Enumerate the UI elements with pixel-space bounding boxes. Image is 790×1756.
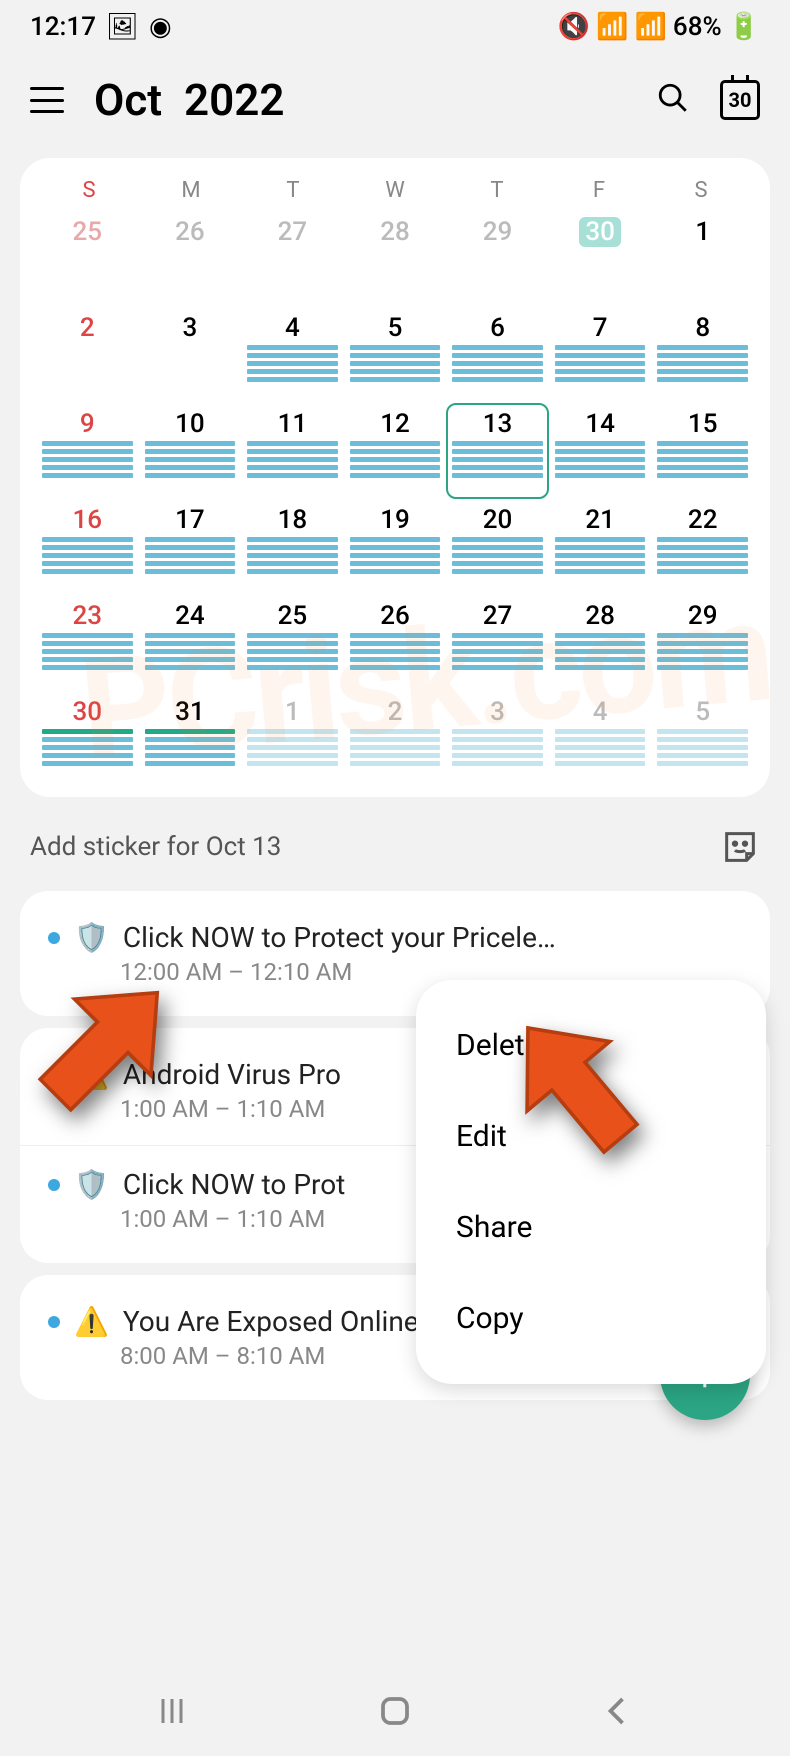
home-button[interactable]	[370, 1686, 420, 1736]
calendar-day[interactable]: 31	[141, 693, 240, 785]
calendar-day[interactable]: 23	[38, 597, 137, 689]
event-icon: 🛡️	[74, 921, 109, 954]
calendar-day[interactable]: 4	[243, 309, 342, 401]
calendar-day[interactable]: 16	[38, 501, 137, 593]
today-button[interactable]: 30	[720, 80, 760, 120]
calendar-day[interactable]: 29	[653, 597, 752, 689]
day-header: S	[650, 178, 752, 203]
calendar-day[interactable]: 5	[346, 309, 445, 401]
recents-button[interactable]	[147, 1686, 197, 1736]
calendar-day[interactable]: 18	[243, 501, 342, 593]
calendar-day[interactable]: 12	[346, 405, 445, 497]
nav-bar	[0, 1666, 790, 1756]
calendar-day[interactable]: 9	[38, 405, 137, 497]
wifi-icon: 📶	[596, 12, 628, 42]
calendar-day[interactable]: 25	[243, 597, 342, 689]
event-dot	[48, 1316, 60, 1328]
calendar-day[interactable]: 15	[653, 405, 752, 497]
calendar-day[interactable]: 26	[346, 597, 445, 689]
battery-pct: 68%	[673, 12, 722, 42]
day-header: M	[140, 178, 242, 203]
image-icon: 🖼	[106, 12, 139, 42]
calendar-day[interactable]: 1	[243, 693, 342, 785]
event-title: Click NOW to Protect your Pricele…	[123, 921, 556, 954]
day-header: F	[548, 178, 650, 203]
calendar-day[interactable]: 19	[346, 501, 445, 593]
calendar-day[interactable]: 30	[38, 693, 137, 785]
sticker-label: Add sticker for Oct 13	[30, 832, 281, 862]
search-button[interactable]	[656, 81, 690, 119]
status-bar: 12:17 🖼 ◉ 🔇 📶 📶 68% 🔋	[0, 0, 790, 54]
event-dot	[48, 932, 60, 944]
month-title[interactable]: Oct 2022	[94, 74, 626, 126]
menu-button[interactable]	[30, 87, 64, 113]
app-header: Oct 2022 30	[0, 54, 790, 146]
calendar-day[interactable]: 8	[653, 309, 752, 401]
calendar-day[interactable]: 3	[448, 693, 547, 785]
calendar-day[interactable]: 25	[38, 213, 137, 305]
calendar-day[interactable]: 28	[551, 597, 650, 689]
calendar-day[interactable]: 20	[448, 501, 547, 593]
calendar-day[interactable]: 11	[243, 405, 342, 497]
battery-icon: 🔋	[728, 12, 760, 42]
calendar-day[interactable]: 28	[346, 213, 445, 305]
calendar-day[interactable]: 2	[38, 309, 137, 401]
calendar-day[interactable]: 5	[653, 693, 752, 785]
calendar-day[interactable]: 1	[653, 213, 752, 305]
calendar-day[interactable]: 10	[141, 405, 240, 497]
signal-icon: 📶	[635, 12, 667, 42]
context-menu-share[interactable]: Share	[446, 1182, 736, 1273]
day-header: S	[38, 178, 140, 203]
event-dot	[48, 1179, 60, 1191]
calendar-day[interactable]: 24	[141, 597, 240, 689]
event-title: Click NOW to Prot	[123, 1168, 345, 1201]
calendar-day[interactable]: 7	[551, 309, 650, 401]
calendar-day[interactable]: 29	[448, 213, 547, 305]
calendar-day[interactable]: 21	[551, 501, 650, 593]
calendar-day[interactable]: 26	[141, 213, 240, 305]
calendar-day[interactable]: 13	[448, 405, 547, 497]
calendar-day[interactable]: 27	[448, 597, 547, 689]
event-icon: 🛡️	[74, 1168, 109, 1201]
tutorial-arrow-1	[10, 960, 190, 1144]
tutorial-arrow-2	[490, 1000, 670, 1184]
back-button[interactable]	[593, 1686, 643, 1736]
calendar-day[interactable]: 17	[141, 501, 240, 593]
calendar-day[interactable]: 30	[551, 213, 650, 305]
event-icon: ⚠️	[74, 1305, 109, 1338]
calendar-day[interactable]: 6	[448, 309, 547, 401]
app-icon: ◉	[149, 12, 172, 42]
calendar-day[interactable]: 27	[243, 213, 342, 305]
day-header: T	[242, 178, 344, 203]
calendar-card: SMTWTFS 25262728293012345678910111213141…	[20, 158, 770, 797]
calendar-day[interactable]: 22	[653, 501, 752, 593]
status-time: 12:17	[30, 12, 96, 42]
sticker-icon	[720, 827, 760, 867]
mute-icon: 🔇	[558, 12, 590, 42]
context-menu-copy[interactable]: Copy	[446, 1273, 736, 1364]
day-header: T	[446, 178, 548, 203]
calendar-day[interactable]: 4	[551, 693, 650, 785]
calendar-day[interactable]: 14	[551, 405, 650, 497]
calendar-day[interactable]: 2	[346, 693, 445, 785]
calendar-day[interactable]: 3	[141, 309, 240, 401]
day-header: W	[344, 178, 446, 203]
sticker-row[interactable]: Add sticker for Oct 13	[0, 809, 790, 879]
